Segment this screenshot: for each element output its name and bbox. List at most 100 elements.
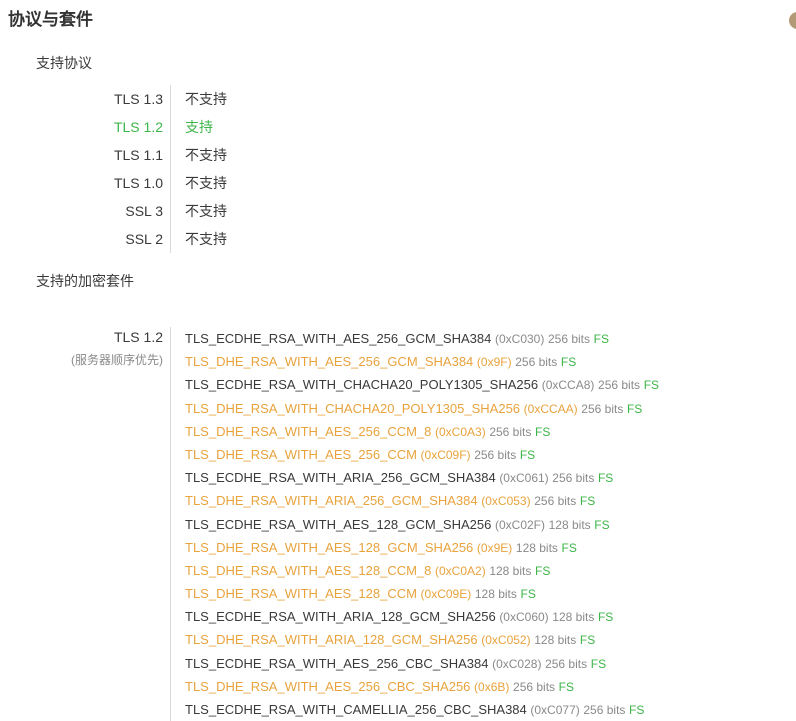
- protocol-status: 支持: [185, 119, 213, 135]
- protocol-status: 不支持: [185, 147, 227, 163]
- cipher-suite-row: TLS_DHE_RSA_WITH_AES_256_GCM_SHA384 (0x9…: [185, 350, 796, 373]
- cipher-suite-bits: 256 bits: [583, 703, 626, 717]
- cipher-suite-row: TLS_ECDHE_RSA_WITH_AES_256_CBC_SHA384 (0…: [185, 652, 796, 675]
- cipher-suite-bits: 256 bits: [547, 332, 590, 346]
- cipher-suite-name: TLS_ECDHE_RSA_WITH_AES_128_GCM_SHA256: [185, 516, 492, 532]
- protocol-status: 不支持: [185, 203, 227, 219]
- cipher-suite-row: TLS_DHE_RSA_WITH_AES_128_CCM_8 (0xC0A2) …: [185, 559, 796, 582]
- cipher-suite-code: (0xC077): [530, 703, 580, 717]
- cipher-suite-name: TLS_DHE_RSA_WITH_AES_256_GCM_SHA384: [185, 354, 474, 370]
- cipher-suite-row: TLS_DHE_RSA_WITH_ARIA_128_GCM_SHA256 (0x…: [185, 628, 796, 651]
- cipher-suite-name: TLS_ECDHE_RSA_WITH_ARIA_256_GCM_SHA384: [185, 470, 496, 486]
- cipher-suite-name: TLS_DHE_RSA_WITH_ARIA_256_GCM_SHA384: [185, 493, 478, 509]
- cipher-suite-fs: FS: [560, 355, 577, 370]
- cipher-suite-row: TLS_DHE_RSA_WITH_ARIA_256_GCM_SHA384 (0x…: [185, 489, 796, 512]
- cipher-suite-bits: 256 bits: [534, 494, 577, 509]
- cipher-suite-row: TLS_ECDHE_RSA_WITH_AES_128_GCM_SHA256 (0…: [185, 513, 796, 536]
- cipher-suite-row: TLS_DHE_RSA_WITH_AES_256_CCM_8 (0xC0A3) …: [185, 420, 796, 443]
- cipher-suite-fs: FS: [594, 517, 610, 532]
- cipher-group-label: TLS 1.2: [113, 329, 163, 345]
- protocol-status: 不支持: [185, 175, 227, 191]
- cipher-suite-bits: 128 bits: [474, 587, 517, 602]
- protocol-name: SSL 2: [0, 225, 171, 253]
- cipher-suite-row: TLS_DHE_RSA_WITH_AES_128_CCM (0xC09E) 12…: [185, 582, 796, 605]
- cipher-suite-name: TLS_DHE_RSA_WITH_AES_256_CBC_SHA256: [185, 678, 471, 694]
- protocol-row: SSL 2 不支持: [0, 225, 796, 253]
- cipher-suite-name: TLS_DHE_RSA_WITH_AES_128_CCM: [185, 586, 417, 602]
- protocol-row: TLS 1.1 不支持: [0, 141, 796, 169]
- cipher-suite-fs: FS: [597, 610, 614, 625]
- cipher-suite-code: (0xC02F): [494, 517, 545, 532]
- cipher-suite-bits: 128 bits: [552, 610, 595, 625]
- cipher-suite-code: (0xCCAA): [523, 401, 578, 416]
- protocol-name: TLS 1.1: [0, 141, 171, 169]
- cipher-suite-bits: 256 bits: [545, 656, 588, 671]
- cipher-suite-code: (0xC053): [481, 494, 531, 509]
- cipher-suite-bits: 256 bits: [581, 401, 624, 416]
- page-title: 协议与套件: [8, 10, 93, 29]
- cipher-suite-fs: FS: [593, 332, 609, 346]
- cipher-suite-bits: 256 bits: [489, 424, 532, 439]
- protocol-status: 不支持: [185, 91, 227, 107]
- cipher-suite-fs: FS: [629, 703, 645, 717]
- protocol-row: TLS 1.2 支持: [0, 113, 796, 141]
- cipher-suite-name: TLS_DHE_RSA_WITH_CHACHA20_POLY1305_SHA25…: [185, 400, 521, 416]
- cipher-suite-fs: FS: [579, 633, 596, 648]
- protocol-row: TLS 1.3 不支持: [0, 85, 796, 113]
- cipher-suite-name: TLS_ECDHE_RSA_WITH_AES_256_CBC_SHA384: [185, 655, 489, 671]
- cipher-group-note: (服务器顺序优先): [71, 353, 163, 367]
- cipher-suite-row: TLS_ECDHE_RSA_WITH_AES_256_GCM_SHA384 (0…: [185, 327, 796, 350]
- protocol-name: TLS 1.2: [0, 113, 171, 141]
- cipher-suite-fs: FS: [534, 424, 551, 439]
- protocol-name: TLS 1.3: [0, 85, 171, 113]
- protocols-table: TLS 1.3 不支持 TLS 1.2 支持 TLS 1.1 不支持 TLS 1…: [0, 85, 796, 253]
- cipher-suite-code: (0xC052): [481, 633, 531, 648]
- cipher-suites-heading: 支持的加密套件: [36, 273, 134, 289]
- cipher-suite-name: TLS_ECDHE_RSA_WITH_AES_256_GCM_SHA384: [185, 331, 492, 346]
- cipher-suite-fs: FS: [590, 656, 607, 671]
- cipher-suite-fs: FS: [579, 494, 596, 509]
- cipher-suite-code: (0xC060): [499, 610, 549, 625]
- cipher-suite-name: TLS_DHE_RSA_WITH_AES_256_CCM: [185, 446, 417, 462]
- cipher-suite-code: (0xC030): [494, 332, 545, 346]
- cipher-suite-row: TLS_DHE_RSA_WITH_AES_128_GCM_SHA256 (0x9…: [185, 536, 796, 559]
- cipher-suite-fs: FS: [534, 563, 551, 578]
- cipher-suite-bits: 128 bits: [489, 563, 532, 578]
- cipher-suite-fs: FS: [643, 378, 660, 393]
- cipher-suite-name: TLS_DHE_RSA_WITH_AES_128_CCM_8: [185, 562, 432, 578]
- cipher-suite-row: TLS_ECDHE_RSA_WITH_CHACHA20_POLY1305_SHA…: [185, 373, 796, 396]
- cipher-group-label-col: TLS 1.2 (服务器顺序优先): [0, 327, 171, 721]
- protocol-status: 不支持: [185, 231, 227, 247]
- cipher-suite-fs: FS: [597, 471, 614, 486]
- cipher-suite-bits: 128 bits: [515, 540, 558, 555]
- cipher-suites-table: TLS 1.2 (服务器顺序优先) TLS_ECDHE_RSA_WITH_AES…: [0, 327, 796, 721]
- cipher-suite-fs: FS: [561, 540, 577, 555]
- cipher-suite-name: TLS_ECDHE_RSA_WITH_CAMELLIA_256_CBC_SHA3…: [185, 702, 527, 717]
- cipher-suite-name: TLS_DHE_RSA_WITH_AES_128_GCM_SHA256: [185, 539, 474, 555]
- cipher-suite-fs: FS: [626, 401, 643, 416]
- cipher-suite-code: (0xC09E): [420, 587, 472, 602]
- cipher-suite-code: (0xC09F): [420, 447, 471, 462]
- cipher-suite-fs: FS: [558, 679, 575, 694]
- cipher-suite-code: (0x9E): [476, 540, 513, 555]
- cipher-suite-code: (0xCCA8): [541, 378, 595, 393]
- cipher-suite-code: (0x9F): [476, 355, 512, 370]
- cipher-suite-bits: 128 bits: [534, 633, 577, 648]
- protocols-heading: 支持协议: [36, 55, 92, 71]
- cipher-suite-name: TLS_ECDHE_RSA_WITH_CHACHA20_POLY1305_SHA…: [185, 377, 539, 393]
- cipher-suite-bits: 256 bits: [513, 679, 556, 694]
- cipher-suite-bits: 256 bits: [515, 355, 558, 370]
- cipher-suite-fs: FS: [520, 587, 536, 602]
- cipher-suite-name: TLS_ECDHE_RSA_WITH_ARIA_128_GCM_SHA256: [185, 609, 496, 625]
- cipher-suite-row: TLS_DHE_RSA_WITH_AES_256_CBC_SHA256 (0x6…: [185, 675, 796, 698]
- cipher-suite-bits: 256 bits: [474, 447, 517, 462]
- cipher-suite-row: TLS_DHE_RSA_WITH_AES_256_CCM (0xC09F) 25…: [185, 443, 796, 466]
- protocol-name: TLS 1.0: [0, 169, 171, 197]
- cipher-suite-row: TLS_ECDHE_RSA_WITH_ARIA_256_GCM_SHA384 (…: [185, 466, 796, 489]
- cipher-suite-row: TLS_ECDHE_RSA_WITH_ARIA_128_GCM_SHA256 (…: [185, 605, 796, 628]
- cipher-suite-name: TLS_DHE_RSA_WITH_AES_256_CCM_8: [185, 423, 432, 439]
- cipher-suite-fs: FS: [519, 447, 536, 462]
- cipher-suite-code: (0xC0A3): [435, 424, 486, 439]
- cipher-suite-row: TLS_DHE_RSA_WITH_CHACHA20_POLY1305_SHA25…: [185, 397, 796, 420]
- cipher-suite-rows: TLS_ECDHE_RSA_WITH_AES_256_GCM_SHA384 (0…: [171, 327, 796, 721]
